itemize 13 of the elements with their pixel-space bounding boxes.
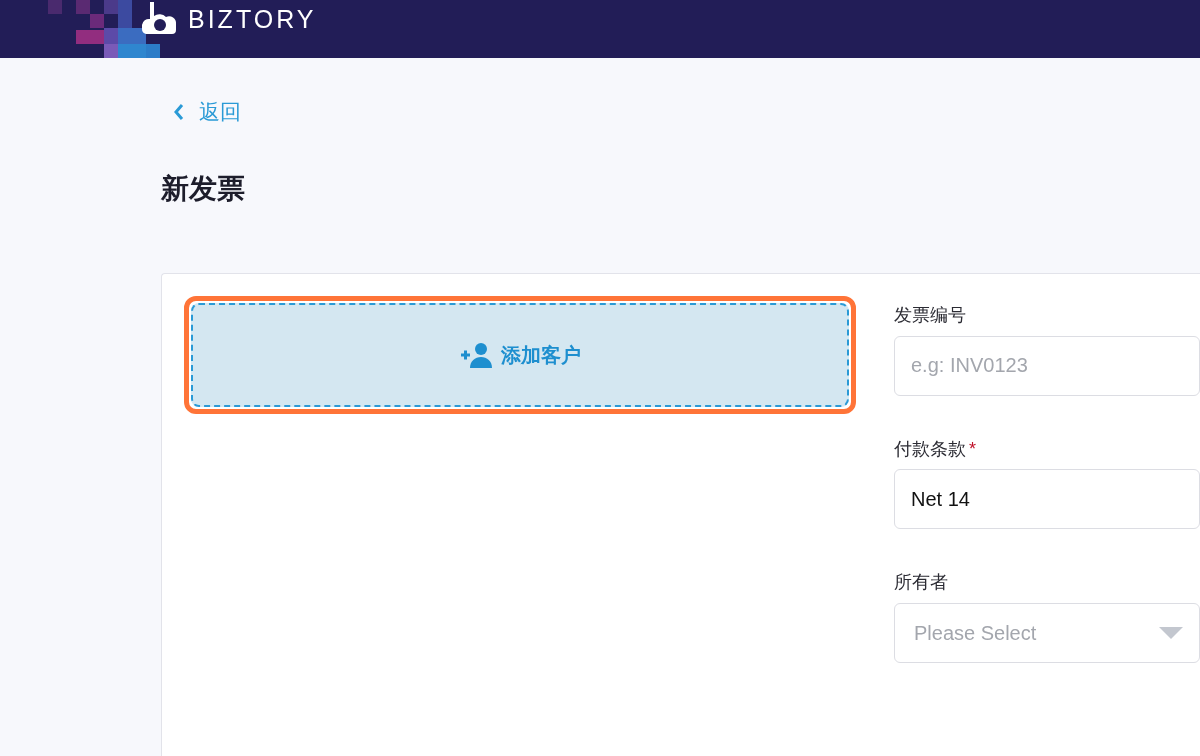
page-title: 新发票	[161, 171, 246, 206]
input-field[interactable]: e.g: INV0123	[894, 335, 1200, 396]
field-label: 付款条款 *	[894, 437, 977, 461]
dropdown-caret-icon	[1159, 626, 1183, 639]
chevron-left-icon	[173, 102, 185, 121]
add-customer-button[interactable]: 添加客户	[191, 303, 849, 408]
owner-select[interactable]: Please Select	[894, 602, 1200, 663]
add-user-icon	[459, 342, 495, 369]
field-label: 发票编号	[894, 304, 967, 328]
input-field[interactable]: Net 14	[894, 469, 1200, 530]
back-link[interactable]: 返回	[173, 96, 241, 128]
brand-name: BIZTORY	[188, 6, 317, 32]
field-label: 所有者	[894, 571, 949, 595]
